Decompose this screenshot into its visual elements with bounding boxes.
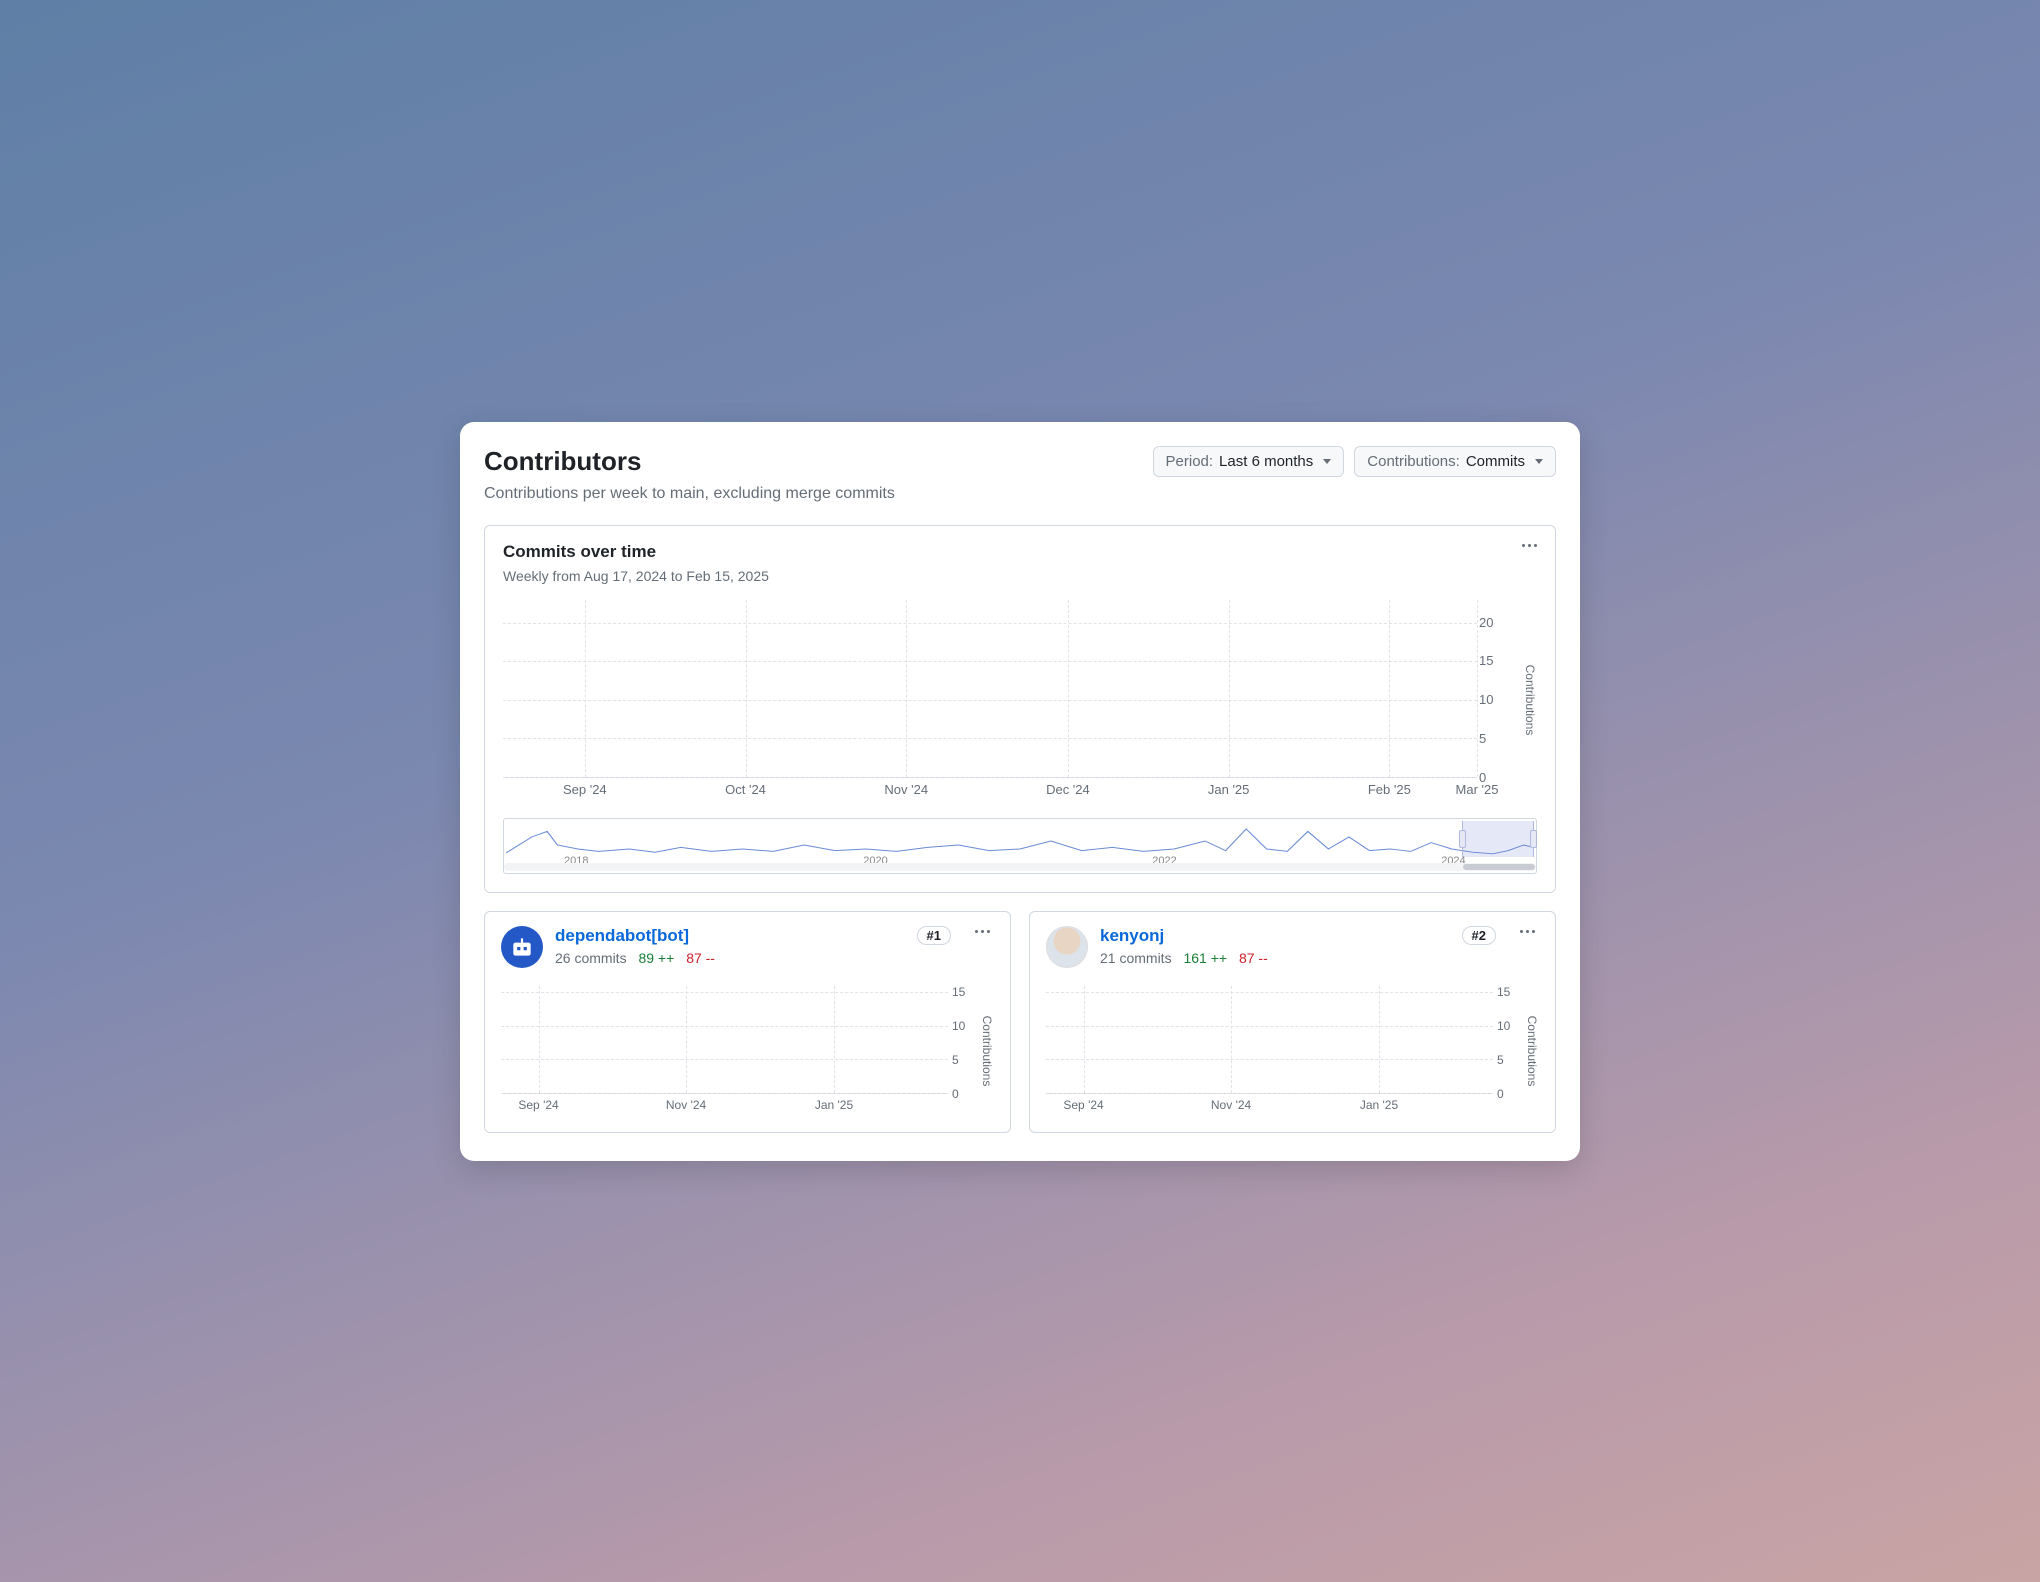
contributor-stats: 21 commits 161 ++ 87 -- <box>1100 950 1450 966</box>
x-tick-label: Sep '24 <box>1063 1098 1103 1112</box>
title-block: Contributors Contributions per week to m… <box>484 446 895 503</box>
contributor-card-2: kenyonj 21 commits 161 ++ 87 -- #2 05101… <box>1029 911 1556 1133</box>
bars <box>503 600 1477 777</box>
plot-area <box>501 986 948 1094</box>
commit-count: 21 commits <box>1100 950 1172 966</box>
contributor-name-link[interactable]: dependabot[bot] <box>555 926 905 946</box>
contributor-card-1: dependabot[bot] 26 commits 89 ++ 87 -- #… <box>484 911 1011 1133</box>
contributor-info: kenyonj 21 commits 161 ++ 87 -- <box>1100 926 1450 966</box>
additions: 161 ++ <box>1183 950 1227 966</box>
page-title: Contributors <box>484 446 895 477</box>
x-tick-label: Nov '24 <box>884 782 928 797</box>
brush-selection[interactable] <box>1462 821 1534 857</box>
contributor-menu-button[interactable] <box>1516 926 1539 937</box>
dependabot-icon <box>509 934 535 960</box>
dot-icon <box>975 930 978 933</box>
chevron-down-icon <box>1535 459 1543 464</box>
contributions-label: Contributions: <box>1367 453 1460 470</box>
x-tick-label: Sep '24 <box>518 1098 558 1112</box>
chevron-down-icon <box>1323 459 1331 464</box>
contributor-header: dependabot[bot] 26 commits 89 ++ 87 -- #… <box>501 926 994 968</box>
x-tick-label: Jan '25 <box>815 1098 853 1112</box>
additions: 89 ++ <box>638 950 674 966</box>
contributions-dropdown[interactable]: Contributions: Commits <box>1354 446 1556 477</box>
contributions-value: Commits <box>1466 453 1525 470</box>
contributor-chart: 051015 Contributions Sep '24Nov '24Jan '… <box>501 986 948 1116</box>
x-tick-label: Jan '25 <box>1360 1098 1398 1112</box>
contributors-panel: Contributors Contributions per week to m… <box>460 422 1580 1161</box>
y-axis-title: Contributions <box>1523 664 1537 735</box>
main-chart: 05101520 Contributions Sep '24Oct '24Nov… <box>503 600 1477 800</box>
contributor-menu-button[interactable] <box>971 926 994 937</box>
brush-scroll-thumb[interactable] <box>1463 864 1535 870</box>
commit-count: 26 commits <box>555 950 627 966</box>
plot-area <box>503 600 1477 778</box>
rank-badge: #2 <box>1462 926 1496 945</box>
x-tick-label: Mar '25 <box>1456 782 1499 797</box>
contributor-info: dependabot[bot] 26 commits 89 ++ 87 -- <box>555 926 905 966</box>
x-tick-label: Dec '24 <box>1046 782 1090 797</box>
x-tick-label: Feb '25 <box>1368 782 1411 797</box>
commits-over-time-card: Commits over time Weekly from Aug 17, 20… <box>484 525 1556 893</box>
chart-title: Commits over time <box>503 542 1537 562</box>
deletions: 87 -- <box>686 950 715 966</box>
x-tick-label: Sep '24 <box>563 782 607 797</box>
avatar[interactable] <box>1046 926 1088 968</box>
x-axis-ticks: Sep '24 Oct '24 Nov '24 Dec '24 Jan '25 Feb '… <box>503 782 1477 800</box>
period-label: Period: <box>1166 453 1214 470</box>
contributor-grid: dependabot[bot] 26 commits 89 ++ 87 -- #… <box>484 911 1556 1133</box>
filter-buttons: Period: Last 6 months Contributions: Com… <box>1153 446 1556 477</box>
x-axis-ticks: Sep '24 Nov '24 Jan '25 <box>501 1098 948 1116</box>
y-axis-ticks: 05101520 <box>1479 600 1529 778</box>
dot-icon <box>981 930 984 933</box>
x-tick-label: Oct '24 <box>725 782 766 797</box>
dot-icon <box>1520 930 1523 933</box>
brush-handle-left[interactable] <box>1459 830 1466 848</box>
bars <box>501 986 948 1093</box>
deletions: 87 -- <box>1239 950 1268 966</box>
plot-area <box>1046 986 1493 1094</box>
dot-icon <box>1532 930 1535 933</box>
bars <box>1046 986 1493 1093</box>
y-axis-title: Contributions <box>1525 1015 1539 1086</box>
page-subtitle: Contributions per week to main, excludin… <box>484 485 895 503</box>
timeline-brush[interactable]: 2018202020222024 <box>503 818 1537 874</box>
chart-subtitle: Weekly from Aug 17, 2024 to Feb 15, 2025 <box>503 568 1537 584</box>
dot-icon <box>1528 544 1531 547</box>
x-tick-label: Jan '25 <box>1208 782 1250 797</box>
dot-icon <box>1534 544 1537 547</box>
dot-icon <box>1522 544 1525 547</box>
x-tick-label: Nov '24 <box>666 1098 706 1112</box>
header-row: Contributors Contributions per week to m… <box>484 446 1556 503</box>
contributor-header: kenyonj 21 commits 161 ++ 87 -- #2 <box>1046 926 1539 968</box>
x-tick-label: Nov '24 <box>1211 1098 1251 1112</box>
brush-handle-right[interactable] <box>1530 830 1537 848</box>
contributor-chart: 051015 Contributions Sep '24Nov '24Jan '… <box>1046 986 1493 1116</box>
rank-badge: #1 <box>917 926 951 945</box>
dot-icon <box>987 930 990 933</box>
period-dropdown[interactable]: Period: Last 6 months <box>1153 446 1345 477</box>
contributor-stats: 26 commits 89 ++ 87 -- <box>555 950 905 966</box>
y-axis-title: Contributions <box>980 1015 994 1086</box>
brush-scrollbar[interactable] <box>504 863 1536 871</box>
avatar[interactable] <box>501 926 543 968</box>
x-axis-ticks: Sep '24 Nov '24 Jan '25 <box>1046 1098 1493 1116</box>
chart-menu-button[interactable] <box>1518 540 1541 551</box>
sparkline <box>506 825 1534 857</box>
dot-icon <box>1526 930 1529 933</box>
contributor-name-link[interactable]: kenyonj <box>1100 926 1450 946</box>
period-value: Last 6 months <box>1219 453 1313 470</box>
